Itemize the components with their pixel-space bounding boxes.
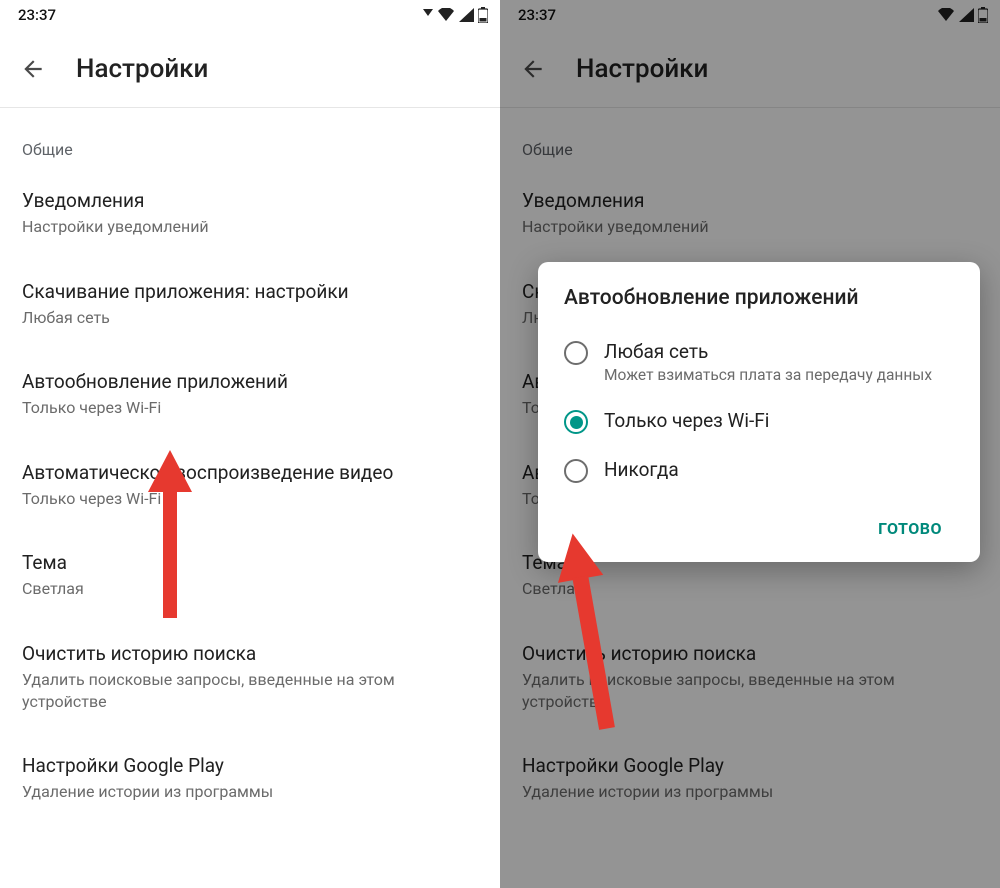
radio-text: Никогда	[604, 458, 954, 481]
page-title: Настройки	[76, 54, 208, 84]
setting-title: Автообновление приложений	[22, 370, 478, 393]
setting-title: Уведомления	[22, 189, 478, 212]
cell-signal-icon	[459, 8, 474, 22]
dialog-actions: ГОТОВО	[558, 509, 960, 548]
setting-autoplay[interactable]: Автоматическое воспроизведение видео Тол…	[0, 439, 500, 530]
status-bar: 23:37	[0, 0, 500, 30]
setting-subtitle: Только через Wi-Fi	[22, 397, 478, 419]
setting-theme[interactable]: Тема Светлая	[0, 529, 500, 620]
setting-download[interactable]: Скачивание приложения: настройки Любая с…	[0, 258, 500, 349]
setting-title: Настройки Google Play	[22, 754, 478, 777]
radio-option-any-network[interactable]: Любая сеть Может взиматься плата за пере…	[558, 328, 960, 397]
setting-subtitle: Любая сеть	[22, 307, 478, 329]
setting-title: Тема	[22, 551, 478, 574]
settings-list: Общие Уведомления Настройки уведомлений …	[0, 108, 500, 823]
radio-icon	[564, 410, 588, 434]
setting-subtitle: Светлая	[22, 578, 478, 600]
radio-icon	[564, 341, 588, 365]
radio-option-wifi-only[interactable]: Только через Wi-Fi	[558, 397, 960, 446]
app-bar: Настройки	[0, 30, 500, 108]
back-icon[interactable]	[20, 56, 46, 82]
radio-icon	[564, 459, 588, 483]
screen-right: 23:37 Настройки Общие Уведомления Настро…	[500, 0, 1000, 888]
setting-subtitle: Только через Wi-Fi	[22, 488, 478, 510]
radio-text: Только через Wi-Fi	[604, 409, 954, 432]
status-time: 23:37	[18, 6, 56, 24]
setting-title: Автоматическое воспроизведение видео	[22, 461, 478, 484]
setting-google-play[interactable]: Настройки Google Play Удаление истории и…	[0, 732, 500, 823]
radio-sublabel: Может взиматься плата за передачу данных	[604, 365, 954, 385]
wifi-icon	[437, 8, 455, 22]
autoupdate-dialog: Автообновление приложений Любая сеть Мож…	[538, 262, 980, 562]
dialog-title: Автообновление приложений	[558, 286, 960, 310]
battery-icon	[478, 7, 488, 23]
section-header: Общие	[0, 108, 500, 167]
radio-label: Любая сеть	[604, 340, 954, 363]
setting-subtitle: Удалить поисковые запросы, введенные на …	[22, 669, 478, 712]
radio-label: Никогда	[604, 458, 954, 481]
setting-subtitle: Настройки уведомлений	[22, 216, 478, 238]
setting-subtitle: Удаление истории из программы	[22, 781, 478, 803]
radio-text: Любая сеть Может взиматься плата за пере…	[604, 340, 954, 385]
radio-label: Только через Wi-Fi	[604, 409, 954, 432]
signal-dropdown-icon	[423, 9, 433, 21]
done-button[interactable]: ГОТОВО	[864, 509, 956, 548]
setting-notifications[interactable]: Уведомления Настройки уведомлений	[0, 167, 500, 258]
setting-clear-history[interactable]: Очистить историю поиска Удалить поисковы…	[0, 620, 500, 732]
radio-option-never[interactable]: Никогда	[558, 446, 960, 495]
setting-title: Очистить историю поиска	[22, 642, 478, 665]
status-icons	[423, 7, 488, 23]
screen-left: 23:37 Настройки Общие Уведомления Настро…	[0, 0, 500, 888]
setting-autoupdate[interactable]: Автообновление приложений Только через W…	[0, 348, 500, 439]
setting-title: Скачивание приложения: настройки	[22, 280, 478, 303]
